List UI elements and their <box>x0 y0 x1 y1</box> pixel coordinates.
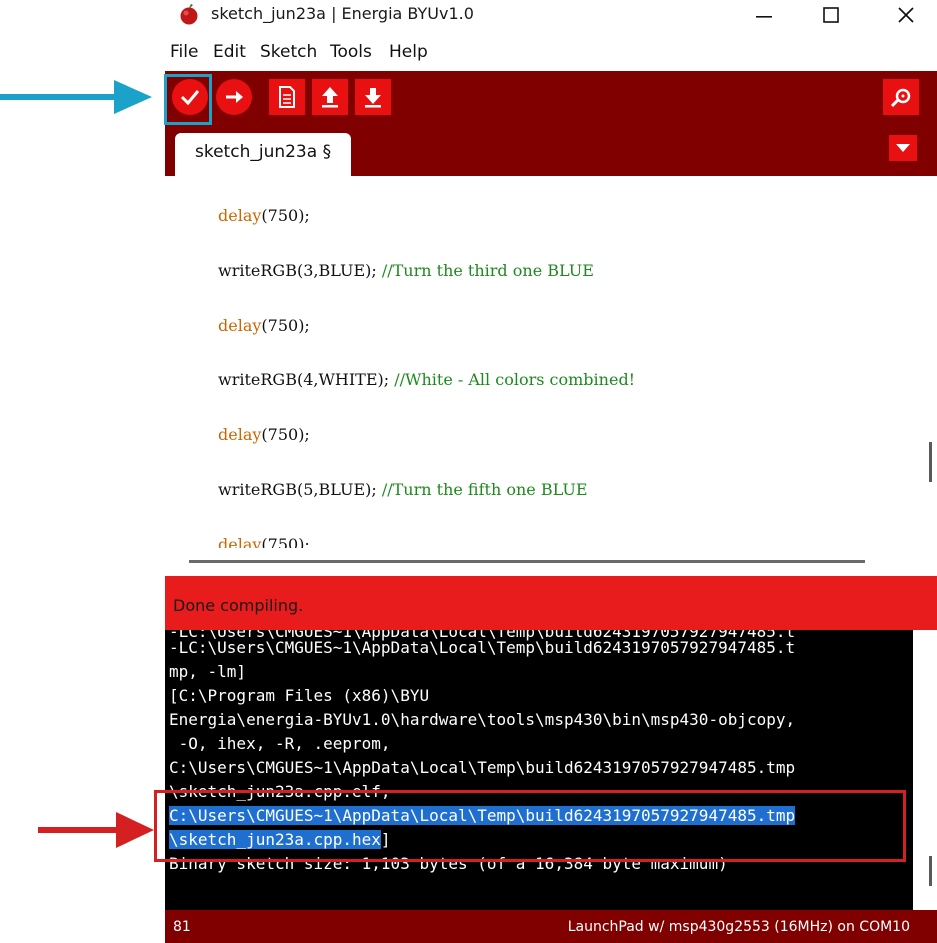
menu-sketch[interactable]: Sketch <box>260 42 317 62</box>
new-button[interactable] <box>269 79 305 115</box>
code-line: writeRGB(5,BLUE); //Turn the fifth one B… <box>218 480 588 499</box>
upload-button[interactable] <box>216 79 252 115</box>
hex-path-highlight-box <box>154 790 906 862</box>
code-line: delay(750); <box>218 535 310 548</box>
editor-scroll-thumb[interactable] <box>929 442 932 482</box>
code-line: delay(750); <box>218 206 310 225</box>
minimize-button[interactable] <box>741 0 787 30</box>
console-scroll-thumb[interactable] <box>929 856 932 886</box>
energia-logo-icon <box>180 4 198 25</box>
tab-menu-button[interactable] <box>889 135 917 161</box>
title-bar: sketch_jun23a | Energia BYUv1.0 <box>165 0 937 36</box>
window-title: sketch_jun23a | Energia BYUv1.0 <box>211 4 474 23</box>
console-output[interactable]: -LC:\Users\CMGUES~1\AppData\Local\Temp\b… <box>165 630 913 910</box>
bottom-bar: 81 LaunchPad w/ msp430g2553 (16MHz) on C… <box>165 910 937 943</box>
serial-monitor-button[interactable] <box>883 79 919 115</box>
toolbar <box>165 71 937 123</box>
line-number: 81 <box>173 919 191 935</box>
open-button[interactable] <box>312 79 348 115</box>
editor-vertical-scrollbar[interactable] <box>917 176 937 548</box>
magnifier-icon <box>890 88 911 108</box>
code-line: delay(750); <box>218 316 310 335</box>
status-message: Done compiling. <box>173 596 304 615</box>
console-line: [C:\Program Files (x86)\BYU <box>169 686 430 705</box>
maximize-icon <box>823 7 839 23</box>
console-scrollbar[interactable] <box>913 630 937 910</box>
menu-bar: File Edit Sketch Tools Help <box>165 36 937 70</box>
verify-highlight-box <box>164 74 212 125</box>
triangle-down-icon <box>896 144 910 152</box>
tab-sketch[interactable]: sketch_jun23a § <box>175 133 351 176</box>
menu-file[interactable]: File <box>170 42 198 62</box>
code-line: writeRGB(4,WHITE); //White - All colors … <box>218 370 636 389</box>
menu-tools[interactable]: Tools <box>330 42 372 62</box>
console-line: mp, -lm] <box>169 662 247 681</box>
close-button[interactable] <box>883 0 929 30</box>
new-file-icon <box>279 86 295 108</box>
blue-pointer-arrow <box>0 80 152 114</box>
red-pointer-arrow <box>38 812 154 848</box>
minimize-icon <box>756 16 772 18</box>
editor-hscroll-thumb[interactable] <box>189 560 865 563</box>
arrow-down-icon <box>365 88 381 108</box>
console-line: -O, ihex, -R, .eeprom, <box>169 734 391 753</box>
tab-label: sketch_jun23a § <box>195 142 332 162</box>
code-line: writeRGB(3,BLUE); //Turn the third one B… <box>218 261 594 280</box>
menu-edit[interactable]: Edit <box>213 42 246 62</box>
close-icon <box>898 7 914 23</box>
editor-horizontal-scrollbar[interactable] <box>165 548 937 576</box>
code-editor[interactable]: delay(750); writeRGB(3,BLUE); //Turn the… <box>165 176 917 548</box>
status-bar: Done compiling. <box>165 576 937 630</box>
maximize-button[interactable] <box>808 0 854 30</box>
console-line: C:\Users\CMGUES~1\AppData\Local\Temp\bui… <box>169 758 796 777</box>
arrow-up-icon <box>322 87 338 108</box>
code-line: delay(750); <box>218 425 310 444</box>
console-line: -LC:\Users\CMGUES~1\AppData\Local\Temp\b… <box>169 638 796 657</box>
tab-strip: sketch_jun23a § <box>165 123 937 176</box>
arrow-right-icon <box>226 91 243 103</box>
menu-help[interactable]: Help <box>389 42 428 62</box>
console-line: Energia\energia-BYUv1.0\hardware\tools\m… <box>169 710 796 729</box>
board-info: LaunchPad w/ msp430g2553 (16MHz) on COM1… <box>567 919 910 935</box>
save-button[interactable] <box>355 79 391 115</box>
